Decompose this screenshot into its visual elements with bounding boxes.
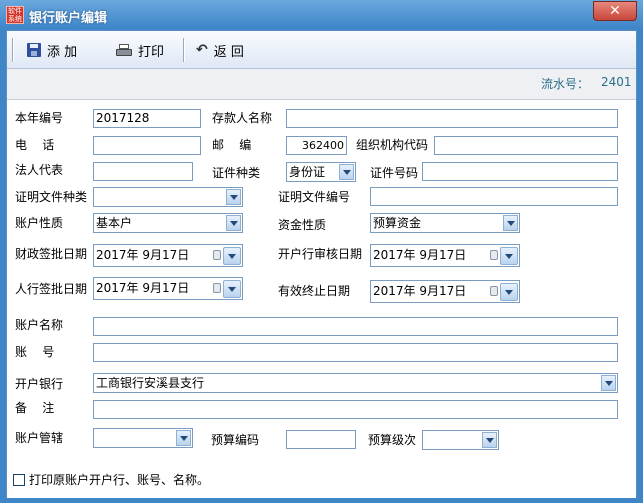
bank-review-date-value: 2017年 9月17日 [373,248,467,262]
print-original-checkbox[interactable] [13,474,25,486]
id-no-field[interactable] [422,162,618,181]
toolbar-separator [183,38,185,62]
chevron-down-icon[interactable] [176,430,191,446]
id-type-value: 身份证 [289,165,326,179]
fund-nature-select[interactable]: 预算资金 [370,213,520,233]
add-label: 添 加 [47,44,78,60]
close-button[interactable]: ✕ [593,1,637,21]
expiry-date-value: 2017年 9月17日 [373,284,467,298]
expiry-date-label: 有效终止日期 [278,284,351,298]
print-original-label[interactable]: 打印原账户开户行、账号、名称。 [29,471,209,489]
org-code-label: 组织机构代码 [356,138,429,152]
save-icon [27,43,41,57]
window-title: 银行账户编辑 [29,11,108,26]
bank-review-date-label: 开户行审核日期 [278,247,363,261]
doc-no-field[interactable] [370,187,618,206]
account-no-field[interactable] [93,343,618,362]
pboc-date-value: 2017年 9月17日 [96,281,190,295]
org-code-field[interactable] [434,136,618,155]
account-nature-label: 账户性质 [15,216,64,230]
id-type-select[interactable]: 身份证 [286,162,356,182]
phone-label: 电 话 [15,138,55,152]
print-label: 打印 [138,44,165,60]
fund-nature-label: 资金性质 [278,218,327,232]
add-button[interactable]: 添 加 [27,39,77,61]
app-window: 软件 系统 银行账户编辑 ✕ 添 加 打印 ↶ 返 回 流水号： 2401 本年… [0,0,643,503]
year-no-field[interactable]: 2017128 [93,109,201,128]
postcode-field[interactable]: 362400 [286,136,347,155]
bank-label: 开户银行 [15,377,64,391]
doc-no-label: 证明文件编号 [278,190,351,204]
postcode-label: 邮 编 [212,138,252,152]
finance-date-label: 财政签批日期 [15,247,88,261]
legal-rep-field[interactable] [93,162,193,181]
form-panel: 本年编号 2017128 存款人名称 电 话 邮 编 362400 组织机构代码… [7,99,636,498]
pboc-date-picker[interactable]: 2017年 9月17日 [93,277,243,300]
fund-nature-value: 预算资金 [373,216,422,230]
account-nature-value: 基本户 [96,216,133,230]
bank-review-date-picker[interactable]: 2017年 9月17日 [370,244,520,267]
close-icon: ✕ [609,3,621,19]
chevron-down-icon[interactable] [500,283,518,301]
calendar-icon [213,283,221,293]
account-name-field[interactable] [93,317,618,336]
bank-select[interactable]: 工商银行安溪县支行 [93,373,618,393]
title-bar[interactable]: 软件 系统 银行账户编辑 ✕ [0,0,643,30]
account-nature-select[interactable]: 基本户 [93,213,243,233]
client-area: 添 加 打印 ↶ 返 回 流水号： 2401 本年编号 2017128 存款人名… [6,30,637,498]
expiry-date-picker[interactable]: 2017年 9月17日 [370,280,520,303]
bank-value: 工商银行安溪县支行 [96,376,205,390]
chevron-down-icon[interactable] [482,432,497,448]
finance-date-picker[interactable]: 2017年 9月17日 [93,244,243,267]
calendar-icon [213,250,221,260]
chevron-down-icon[interactable] [500,247,518,265]
id-no-label: 证件号码 [370,166,419,180]
doc-type-label: 证明文件种类 [15,190,88,204]
chevron-down-icon[interactable] [339,164,354,180]
depositor-name-label: 存款人名称 [212,111,273,125]
calendar-icon [490,286,498,296]
remark-field[interactable] [93,400,618,419]
year-no-label: 本年编号 [15,111,64,125]
account-no-label: 账 号 [15,345,55,359]
chevron-down-icon[interactable] [503,215,518,231]
chevron-down-icon[interactable] [226,189,241,205]
chevron-down-icon[interactable] [601,375,616,391]
chevron-down-icon[interactable] [226,215,241,231]
budget-level-label: 预算级次 [368,433,417,447]
depositor-name-field[interactable] [286,109,618,128]
budget-code-label: 预算编码 [211,433,260,447]
id-type-label: 证件种类 [212,166,261,180]
chevron-down-icon[interactable] [223,280,241,298]
remark-label: 备 注 [15,401,55,415]
toolbar-separator [12,38,14,62]
printer-icon [116,43,132,57]
budget-code-field[interactable] [286,430,356,449]
finance-date-value: 2017年 9月17日 [96,248,190,262]
account-name-label: 账户名称 [15,318,64,332]
phone-field[interactable] [93,136,201,155]
legal-rep-label: 法人代表 [15,163,64,177]
serial-value: 2401 [601,75,632,89]
calendar-icon [490,250,498,260]
toolbar: 添 加 打印 ↶ 返 回 [7,31,636,69]
print-button[interactable]: 打印 [116,39,164,61]
app-icon: 软件 系统 [6,6,24,24]
jurisdiction-label: 账户管辖 [15,431,64,445]
serial-label: 流水号： [541,77,590,91]
back-label: 返 回 [213,44,244,60]
jurisdiction-select[interactable] [93,428,193,448]
pboc-date-label: 人行签批日期 [15,282,88,296]
undo-arrow-icon: ↶ [196,42,208,58]
back-button[interactable]: ↶ 返 回 [196,39,244,61]
doc-type-select[interactable] [93,187,243,207]
budget-level-select[interactable] [422,430,499,450]
chevron-down-icon[interactable] [223,247,241,265]
